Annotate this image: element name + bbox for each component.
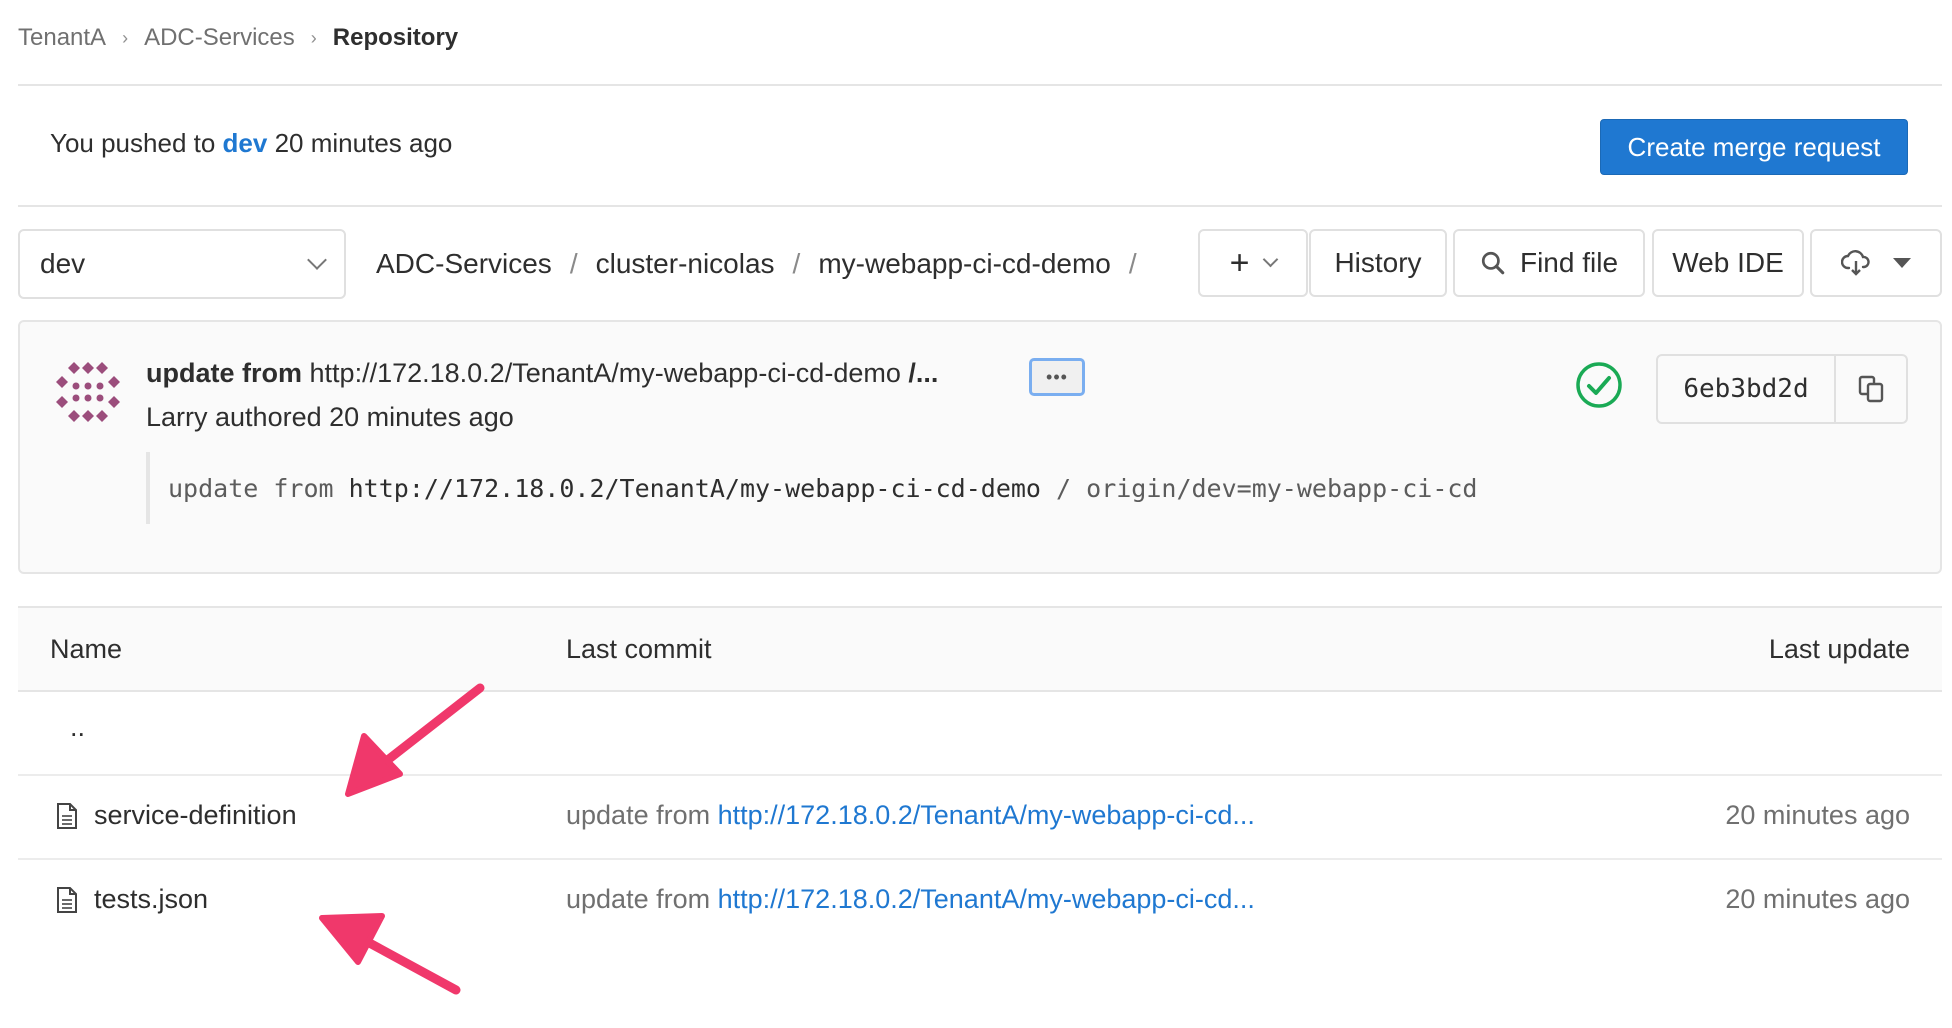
file-name-link[interactable]: tests.json [94,884,208,915]
file-name-link[interactable]: service-definition [94,800,297,831]
create-merge-request-button[interactable]: Create merge request [1600,119,1908,175]
file-last-commit: update from http://172.18.0.2/TenantA/my… [566,884,1255,914]
file-table-header: Name Last commit Last update [18,606,1942,692]
branch-select-value: dev [40,248,86,279]
breadcrumb-current[interactable]: Repository [333,24,458,52]
push-banner-text: You pushed to dev 20 minutes ago [50,128,453,158]
commit-sha[interactable]: 6eb3bd2d [1658,356,1836,422]
column-last-update: Last update [1768,634,1910,664]
search-icon [1481,251,1505,275]
file-icon [57,803,77,829]
find-file-button[interactable]: Find file [1453,229,1645,297]
commit-description: update from http://172.18.0.2/TenantA/my… [146,452,1546,524]
breadcrumb: TenantA › ADC-Services › Repository [18,20,458,56]
commit-sha-group: 6eb3bd2d [1656,354,1908,424]
copy-sha-button[interactable] [1836,356,1906,422]
copy-icon [1858,375,1884,403]
plus-icon: + [1229,243,1250,282]
commit-author: Larry authored 20 minutes ago [146,402,514,432]
commit-message-link[interactable]: http://172.18.0.2/TenantA/my-webapp-ci-c… [718,800,1255,830]
chevron-down-icon [1263,251,1279,267]
download-dropdown-button[interactable] [1810,229,1942,297]
file-last-commit: update from http://172.18.0.2/TenantA/my… [566,800,1255,830]
arrow-pointing-tests-json [359,935,461,995]
column-name: Name [50,634,123,664]
caret-down-icon [1893,258,1911,268]
breadcrumb-separator-icon: › [310,27,317,48]
branch-select[interactable]: dev [18,229,346,299]
toggle-description-button[interactable]: ••• [1029,358,1085,396]
file-last-update: 20 minutes ago [1725,884,1910,914]
history-button[interactable]: History [1309,229,1447,297]
parent-directory-link[interactable]: .. [70,712,85,743]
chevron-down-icon [307,250,327,270]
breadcrumb-group[interactable]: ADC-Services [144,24,295,52]
commit-title[interactable]: update from http://172.18.0.2/TenantA/my… [146,358,938,389]
web-ide-button[interactable]: Web IDE [1652,229,1804,297]
pushed-branch-link[interactable]: dev [223,128,268,158]
add-dropdown-button[interactable]: + [1198,229,1308,297]
file-last-update: 20 minutes ago [1725,800,1910,830]
table-row-parent[interactable]: .. [18,692,1942,776]
pipeline-success-icon[interactable] [1574,360,1624,410]
user-avatar[interactable] [54,358,122,426]
path-segment[interactable]: ADC-Services [376,248,552,280]
breadcrumb-separator-icon: › [122,27,129,48]
table-row[interactable]: service-definition update from http://17… [18,776,1942,860]
cloud-download-icon [1841,250,1870,276]
column-last-commit: Last commit [566,634,712,664]
breadcrumb-tenant[interactable]: TenantA [18,24,106,52]
last-commit-panel: update from http://172.18.0.2/TenantA/my… [18,320,1942,574]
file-icon [57,887,77,913]
repository-path: ADC-Services / cluster-nicolas / my-weba… [376,248,1137,280]
commit-message-link[interactable]: http://172.18.0.2/TenantA/my-webapp-ci-c… [718,884,1255,914]
path-segment[interactable]: my-webapp-ci-cd-demo [818,248,1111,280]
table-row[interactable]: tests.json update from http://172.18.0.2… [18,860,1942,944]
path-segment[interactable]: cluster-nicolas [596,248,775,280]
divider [18,205,1942,207]
divider [18,84,1942,86]
